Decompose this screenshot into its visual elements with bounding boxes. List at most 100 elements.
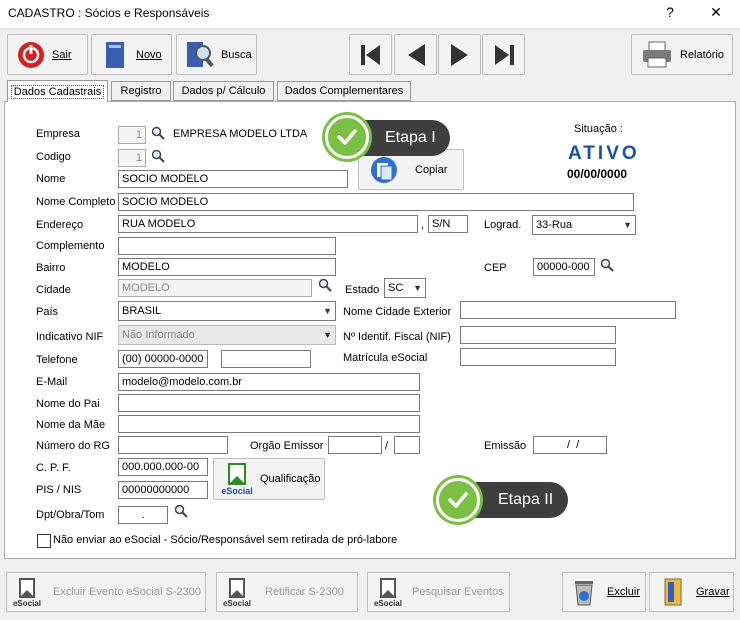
- cpf-label: C. P. F.: [36, 462, 71, 474]
- codigo-label: Codigo: [36, 151, 71, 163]
- search-events-button[interactable]: eSocial Pesquisar Eventos: [367, 572, 510, 612]
- delete-label: Excluir: [607, 586, 641, 598]
- new-label: Novo: [136, 48, 162, 61]
- pis-label: PIS / NIS: [36, 484, 82, 496]
- codigo-field[interactable]: 1: [118, 149, 146, 167]
- delete-button[interactable]: Excluir: [562, 572, 646, 612]
- orgao-field[interactable]: [328, 436, 382, 454]
- last-icon: [494, 44, 514, 65]
- cep-label: CEP: [484, 262, 507, 274]
- empresa-code-field[interactable]: 1: [118, 126, 146, 144]
- complemento-field[interactable]: [118, 237, 336, 255]
- esocial-icon: eSocial: [368, 577, 408, 608]
- pai-field[interactable]: [118, 394, 420, 412]
- empresa-label: Empresa: [36, 128, 81, 140]
- estado-select[interactable]: SC ▼: [384, 278, 426, 298]
- first-record-button[interactable]: [349, 34, 392, 75]
- rectify-label: Retificar S-2300: [265, 586, 344, 598]
- pis-field[interactable]: 00000000000: [118, 481, 208, 499]
- last-record-button[interactable]: [482, 34, 525, 75]
- nif-number-field[interactable]: [460, 326, 616, 344]
- pais-select[interactable]: BRASIL ▼: [118, 301, 336, 321]
- telefone-2-field[interactable]: [221, 350, 311, 368]
- cep-field[interactable]: 00000-000: [533, 258, 595, 276]
- cpf-field[interactable]: 000.000.000-00: [118, 458, 208, 476]
- numero-separator: ,: [421, 219, 425, 231]
- nome-field[interactable]: SOCIO MODELO: [118, 170, 348, 188]
- printer-icon: [643, 41, 671, 67]
- esocial-text: eSocial: [221, 486, 253, 496]
- endereco-field[interactable]: RUA MODELO: [118, 215, 418, 233]
- search-icon[interactable]: [151, 126, 165, 140]
- estado-value: SC: [388, 282, 404, 294]
- next-record-button[interactable]: [438, 34, 481, 75]
- status-value: ATIVO: [568, 143, 640, 164]
- pai-label: Nome do Pai: [36, 398, 100, 410]
- qualificacao-label: Qualificação: [260, 473, 321, 485]
- numero-field[interactable]: S/N: [428, 215, 468, 233]
- cidade-field[interactable]: MODELO: [118, 279, 312, 297]
- telefone-field[interactable]: (00) 00000-0000: [118, 350, 208, 368]
- nif-label: Indicativo NIF: [36, 331, 104, 343]
- previous-icon: [407, 43, 425, 66]
- email-field[interactable]: modelo@modelo.com.br: [118, 373, 420, 391]
- lograd-select[interactable]: 33-Rua ▼: [532, 215, 636, 235]
- nif-value: Não Informado: [122, 329, 195, 341]
- matricula-label: Matrícula eSocial: [343, 352, 428, 364]
- tab-dados-complementares[interactable]: Dados Complementares: [277, 81, 411, 101]
- chevron-down-icon: ▼: [623, 220, 632, 230]
- orgao-separator: /: [385, 440, 389, 452]
- rectify-button[interactable]: eSocial Retificar S-2300: [216, 572, 358, 612]
- new-button[interactable]: Novo: [91, 34, 172, 75]
- search-icon[interactable]: [318, 278, 332, 292]
- previous-record-button[interactable]: [394, 34, 437, 75]
- estado-label: Estado: [345, 284, 380, 296]
- search-events-label: Pesquisar Eventos: [412, 586, 504, 598]
- search-document-icon: [187, 41, 214, 67]
- qualificacao-button[interactable]: eSocial Qualificação: [213, 458, 325, 500]
- empresa-name: EMPRESA MODELO LTDA: [173, 128, 308, 140]
- esocial-text: eSocial: [222, 598, 251, 608]
- telefone-label: Telefone: [36, 354, 78, 366]
- tab-label: Dados Complementares: [284, 85, 404, 97]
- pais-label: País: [36, 306, 59, 318]
- nome-completo-label: Nome Completo: [36, 196, 116, 208]
- endereco-label: Endereço: [36, 219, 84, 231]
- save-label: Gravar: [696, 586, 730, 598]
- no-send-esocial-checkbox[interactable]: [37, 534, 51, 548]
- mae-field[interactable]: [118, 415, 420, 433]
- esocial-icon: eSocial: [7, 577, 47, 608]
- first-icon: [360, 44, 380, 65]
- save-button[interactable]: Gravar: [649, 572, 734, 612]
- tab-dados-cadastrais[interactable]: Dados Cadastrais: [7, 80, 108, 102]
- search-icon[interactable]: [174, 504, 188, 518]
- help-button[interactable]: ?: [658, 4, 682, 20]
- delete-esocial-event-button[interactable]: eSocial Excluir Evento eSocial S-2300: [6, 572, 206, 612]
- report-button[interactable]: Relatório: [631, 34, 733, 75]
- matricula-field[interactable]: [460, 348, 616, 366]
- exit-button[interactable]: Sair: [7, 34, 88, 75]
- bairro-field[interactable]: MODELO: [118, 258, 336, 276]
- nif-select[interactable]: Não Informado ▼: [118, 325, 336, 345]
- nome-completo-field[interactable]: SOCIO MODELO: [118, 193, 634, 211]
- nome-cidade-exterior-field[interactable]: [460, 301, 676, 319]
- rg-field[interactable]: [118, 436, 228, 454]
- tab-registro[interactable]: Registro: [111, 81, 171, 101]
- orgao-uf-field[interactable]: [394, 436, 420, 454]
- search-button[interactable]: Busca: [176, 34, 257, 75]
- esocial-text: eSocial: [12, 598, 41, 608]
- search-icon[interactable]: [600, 258, 614, 272]
- esocial-icon: eSocial: [217, 577, 257, 608]
- exit-label: Sair: [52, 48, 72, 61]
- pais-value: BRASIL: [122, 305, 162, 317]
- tab-dados-calculo[interactable]: Dados p/ Cálculo: [173, 81, 274, 101]
- rg-label: Número do RG: [36, 440, 110, 452]
- emissao-field[interactable]: / /: [533, 436, 607, 454]
- dpt-field[interactable]: .: [118, 506, 168, 524]
- close-button[interactable]: ✕: [704, 4, 728, 21]
- copy-label: Copiar: [415, 163, 448, 176]
- cidade-label: Cidade: [36, 284, 71, 296]
- search-icon[interactable]: [151, 149, 165, 163]
- chevron-down-icon: ▼: [413, 283, 422, 293]
- delete-esocial-event-label: Excluir Evento eSocial S-2300: [53, 586, 201, 598]
